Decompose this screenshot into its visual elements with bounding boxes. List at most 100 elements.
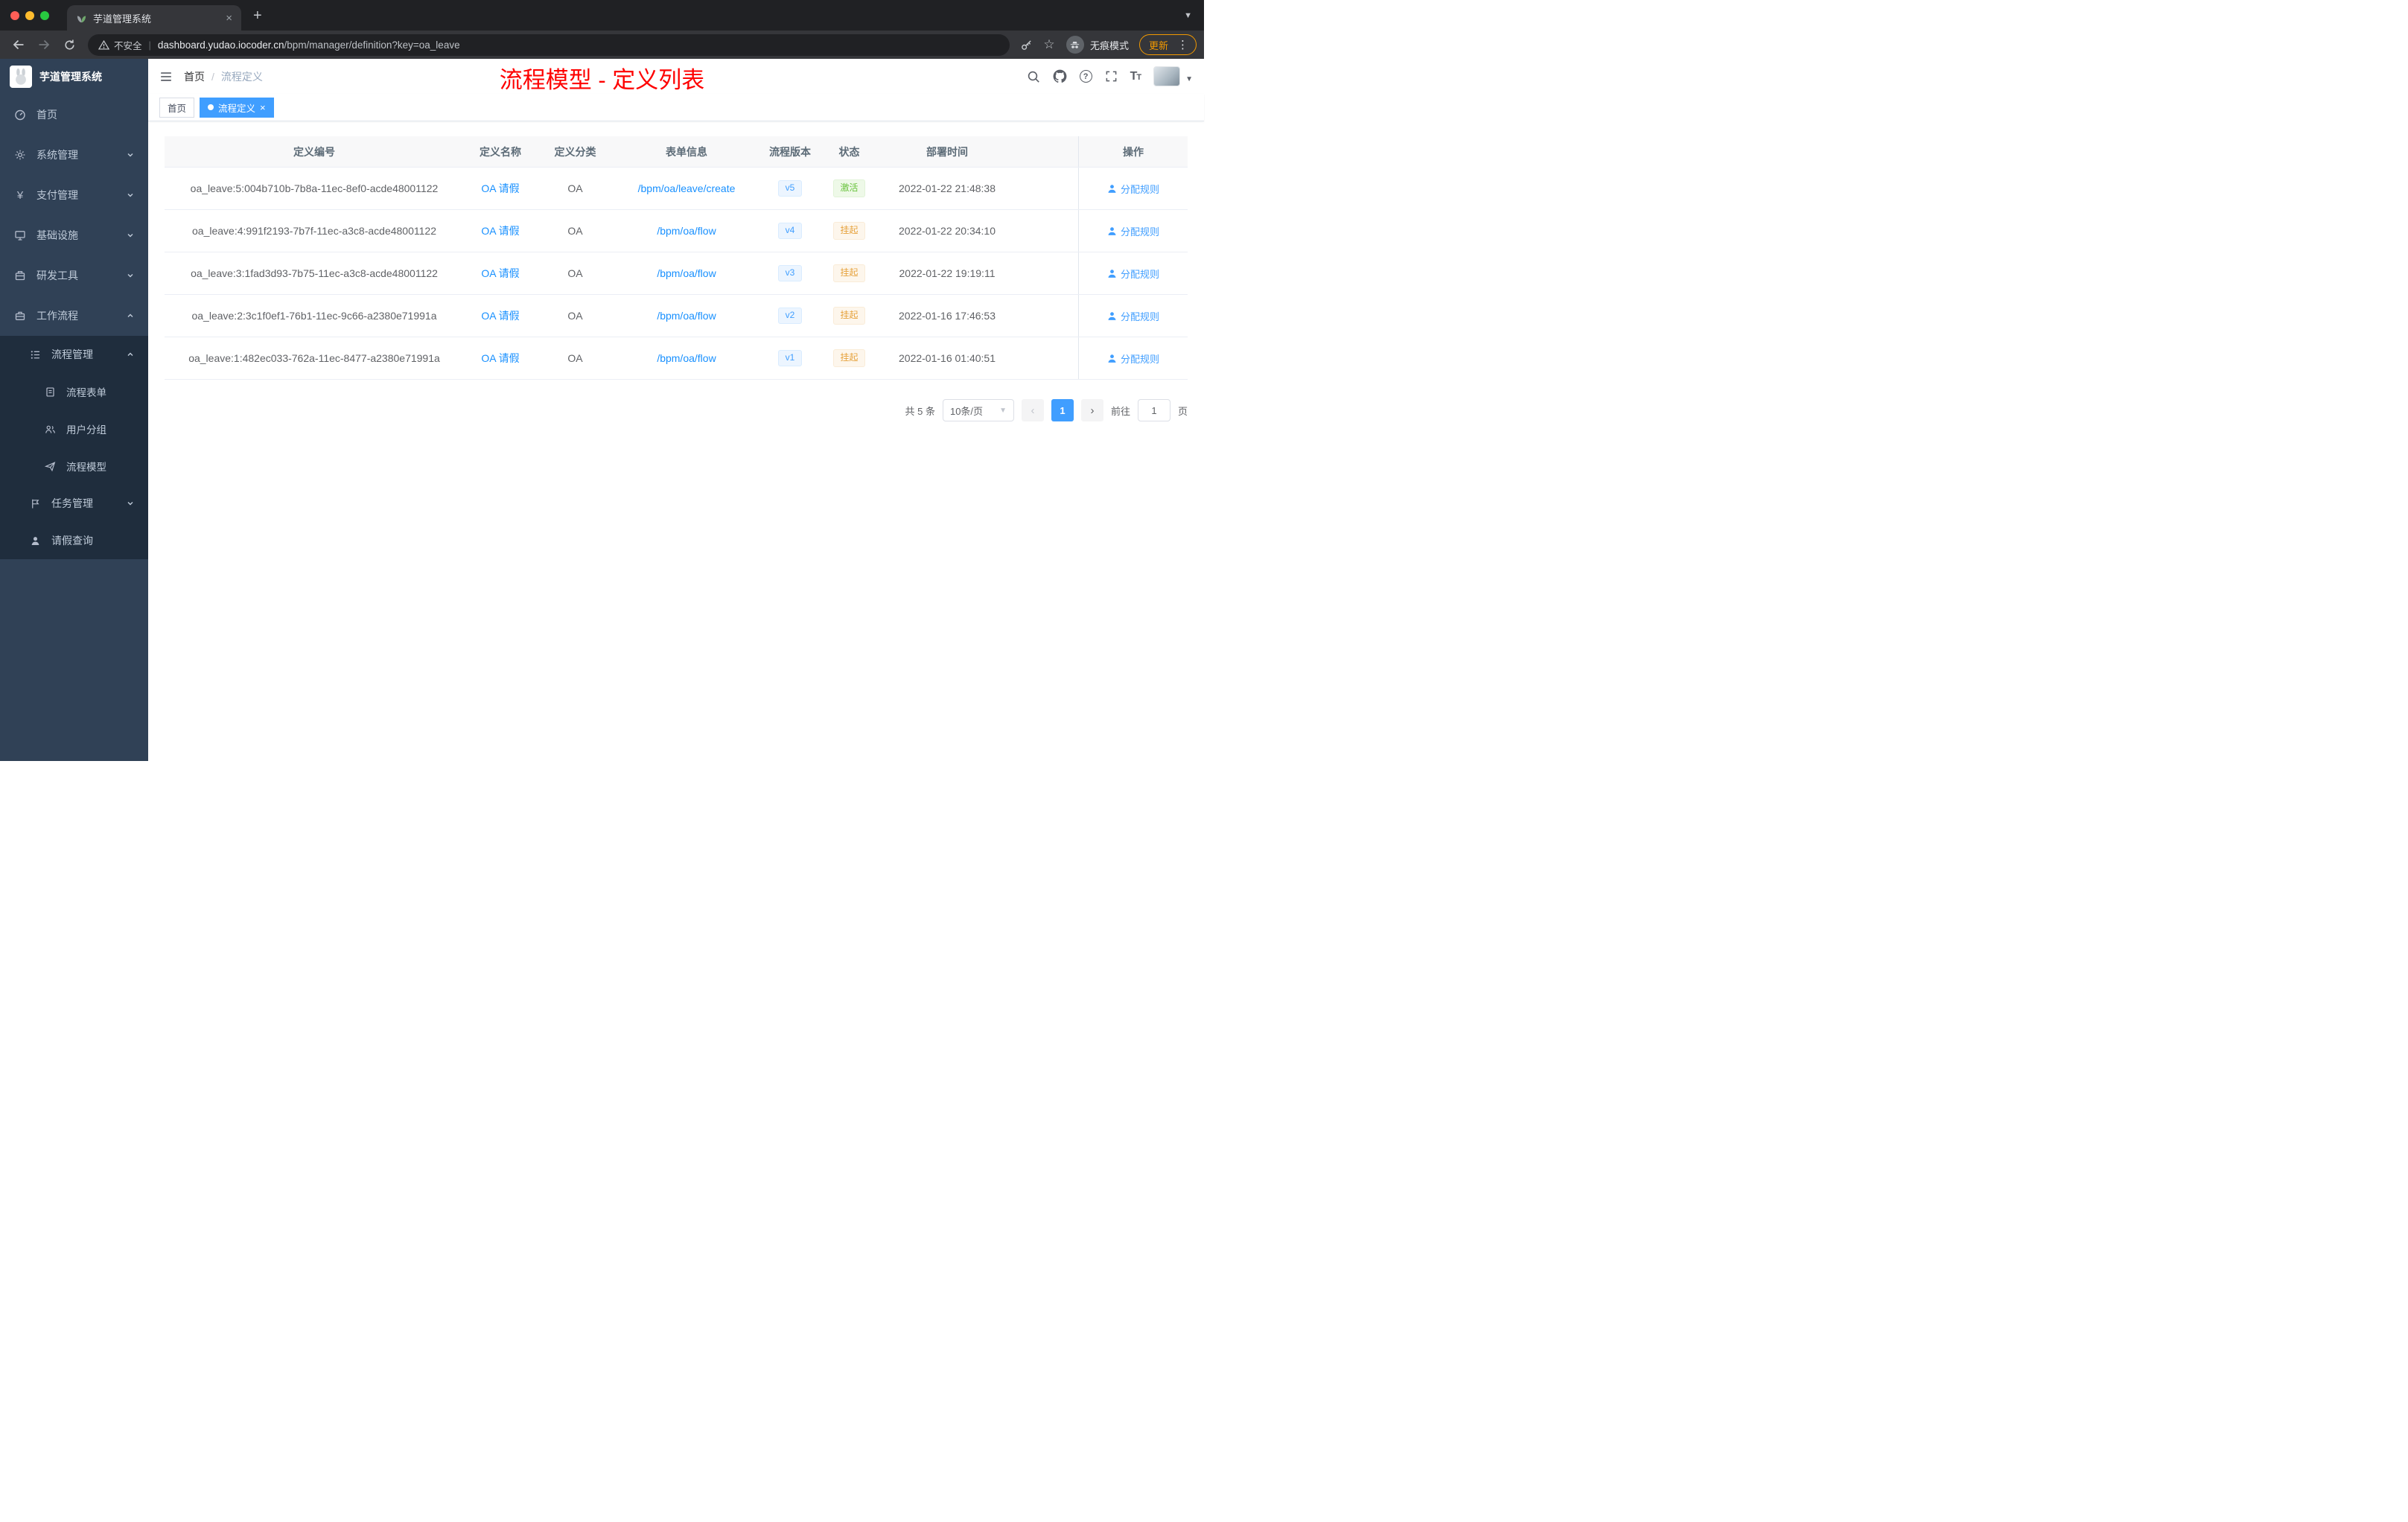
form-link[interactable]: /bpm/oa/flow: [657, 225, 716, 237]
app-logo-row[interactable]: 芋道管理系统: [0, 59, 148, 95]
chevron-down-icon: [127, 272, 134, 279]
back-icon[interactable]: [7, 34, 30, 56]
browser-menu-icon[interactable]: ⋮: [1171, 38, 1194, 51]
sidebar-item-user-group[interactable]: 用户分组: [0, 410, 148, 448]
definition-name-link[interactable]: OA 请假: [481, 351, 519, 366]
tag-process-definition[interactable]: 流程定义 ×: [200, 97, 274, 118]
definition-name-link[interactable]: OA 请假: [481, 181, 519, 196]
assign-rule-link[interactable]: 分配规则: [1107, 309, 1159, 323]
chevron-down-icon: ▼: [999, 406, 1007, 415]
app-logo: [10, 66, 32, 88]
incognito-label: 无痕模式: [1089, 39, 1129, 51]
close-window-button[interactable]: [10, 10, 19, 20]
definition-name-link[interactable]: OA 请假: [481, 308, 519, 323]
prev-page-button[interactable]: ‹: [1021, 399, 1044, 421]
jump-page-input[interactable]: [1137, 399, 1170, 421]
form-link[interactable]: /bpm/oa/flow: [657, 352, 716, 364]
maximize-window-button[interactable]: [40, 10, 49, 20]
status-badge: 挂起: [833, 307, 865, 325]
form-link[interactable]: /bpm/oa/flow: [657, 310, 716, 322]
column-header: 表单信息: [666, 145, 707, 158]
minimize-window-button[interactable]: [25, 10, 34, 20]
sidebar-item-label: 工作流程: [36, 310, 78, 322]
browser-tab[interactable]: 芋道管理系统 ×: [67, 5, 241, 31]
bookmark-star-icon[interactable]: ☆: [1039, 37, 1059, 52]
table-row: oa_leave:4:991f2193-7b7f-11ec-a3c8-acde4…: [165, 210, 1188, 252]
breadcrumb-separator: /: [211, 70, 214, 83]
tab-close-icon[interactable]: ×: [226, 13, 232, 24]
url-path: /bpm/manager/definition?key=oa_leave: [284, 39, 460, 51]
cell-deploy-time: 2022-01-16 01:40:51: [899, 352, 996, 364]
reload-icon[interactable]: [58, 34, 80, 56]
tag-close-icon[interactable]: ×: [260, 103, 266, 112]
favicon: [76, 13, 87, 24]
sidebar-item-infrastructure[interactable]: 基础设施: [0, 215, 148, 255]
github-icon[interactable]: [1053, 69, 1067, 83]
cell-definition-id: oa_leave:4:991f2193-7b7f-11ec-a3c8-acde4…: [192, 225, 436, 237]
browser-update-button[interactable]: 更新 ⋮: [1138, 34, 1197, 55]
avatar[interactable]: [1153, 66, 1181, 86]
assign-rule-link[interactable]: 分配规则: [1107, 182, 1159, 196]
hamburger-icon[interactable]: [159, 70, 173, 83]
chevron-down-icon: [127, 191, 134, 199]
tag-label: 流程定义: [218, 103, 256, 114]
cell-definition-id: oa_leave:3:1fad3d93-7b75-11ec-a3c8-acde4…: [191, 267, 438, 279]
tag-label: 首页: [168, 103, 187, 114]
assign-rule-link[interactable]: 分配规则: [1107, 267, 1159, 281]
assign-rule-label: 分配规则: [1120, 226, 1159, 238]
form-link[interactable]: /bpm/oa/leave/create: [638, 182, 736, 194]
help-icon[interactable]: ?: [1079, 70, 1092, 83]
cell-category: OA: [567, 352, 583, 364]
flag-icon: [29, 497, 41, 509]
sidebar-item-task-management[interactable]: 任务管理: [0, 485, 148, 522]
jump-prefix: 前往: [1110, 405, 1130, 417]
new-tab-button[interactable]: +: [253, 8, 262, 23]
column-header: 操作: [1078, 136, 1188, 167]
column-header: 定义分类: [554, 145, 596, 158]
sidebar-item-system[interactable]: 系统管理: [0, 135, 148, 175]
search-icon[interactable]: [1027, 70, 1040, 83]
definition-table: 定义编号 定义名称 定义分类 表单信息 流程版本 状态 部署时间 操作 oa_l…: [165, 136, 1188, 380]
sidebar-item-home[interactable]: 首页: [0, 95, 148, 135]
password-key-icon[interactable]: [1017, 39, 1036, 51]
page-size-value: 10条/页: [949, 405, 984, 417]
version-badge: v3: [777, 265, 803, 281]
breadcrumb: 首页 / 流程定义: [184, 69, 263, 84]
sidebar-item-devtools[interactable]: 研发工具: [0, 255, 148, 296]
next-page-button[interactable]: ›: [1080, 399, 1103, 421]
table-row: oa_leave:5:004b710b-7b8a-11ec-8ef0-acde4…: [165, 168, 1188, 210]
form-link[interactable]: /bpm/oa/flow: [657, 267, 716, 279]
sidebar-item-workflow[interactable]: 工作流程: [0, 296, 148, 336]
avatar-caret-icon[interactable]: ▼: [1185, 75, 1193, 83]
status-badge: 挂起: [833, 222, 865, 240]
definition-name-link[interactable]: OA 请假: [481, 223, 519, 238]
monitor-icon: [14, 229, 26, 241]
sidebar-item-label: 流程模型: [66, 462, 106, 473]
sidebar-item-process-management[interactable]: 流程管理: [0, 336, 148, 373]
fullscreen-icon[interactable]: [1105, 70, 1118, 83]
sidebar-item-process-model[interactable]: 流程模型: [0, 448, 148, 485]
breadcrumb-home[interactable]: 首页: [184, 69, 205, 84]
page-number-button[interactable]: 1: [1051, 399, 1074, 421]
person-icon: [1108, 269, 1116, 278]
browser-tab-strip: 芋道管理系统 × + ▼: [0, 0, 1204, 31]
sidebar-item-label: 基础设施: [36, 229, 78, 241]
sidebar-item-payment[interactable]: ¥ 支付管理: [0, 175, 148, 215]
sidebar-item-process-form[interactable]: 流程表单: [0, 373, 148, 410]
page-size-select[interactable]: 10条/页 ▼: [942, 399, 1014, 421]
incognito-icon: [1066, 36, 1084, 54]
url-bar[interactable]: 不安全 | dashboard.yudao.iocoder.cn/bpm/man…: [88, 34, 1010, 56]
version-badge: v4: [777, 223, 803, 239]
assign-rule-link[interactable]: 分配规则: [1107, 351, 1159, 366]
forward-icon[interactable]: [33, 34, 55, 56]
font-size-icon[interactable]: TT: [1130, 70, 1141, 83]
assign-rule-link[interactable]: 分配规则: [1107, 224, 1159, 238]
definition-name-link[interactable]: OA 请假: [481, 266, 519, 281]
tag-home[interactable]: 首页: [159, 97, 195, 118]
tab-search-chevron-icon[interactable]: ▼: [1184, 11, 1192, 20]
site-security[interactable]: 不安全: [98, 38, 142, 52]
chevron-up-icon: [127, 312, 134, 319]
cell-definition-id: oa_leave:5:004b710b-7b8a-11ec-8ef0-acde4…: [190, 182, 439, 194]
person-icon: [1108, 311, 1116, 320]
sidebar-item-leave-query[interactable]: 请假查询: [0, 522, 148, 559]
